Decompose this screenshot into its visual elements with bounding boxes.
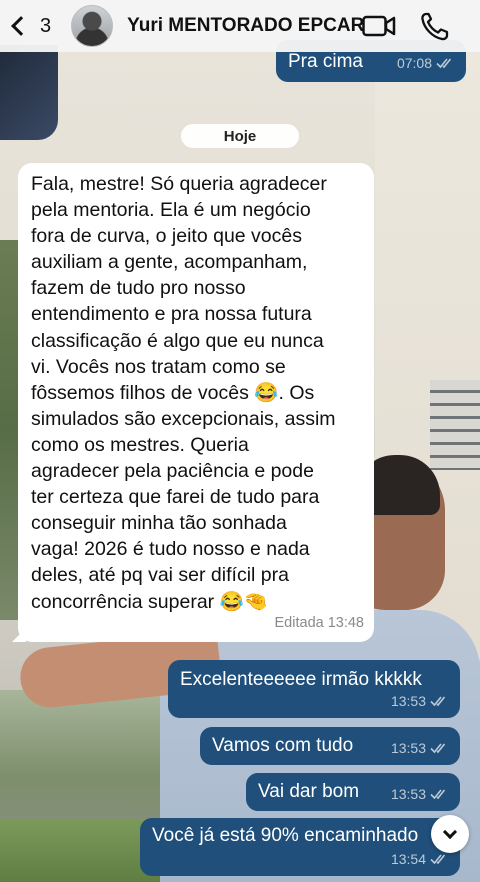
- edited-label: Editada: [274, 615, 324, 631]
- bubble-tail: [12, 628, 26, 642]
- message-text: Fala, mestre! Só queria agradecer pela m…: [31, 173, 336, 613]
- message-meta: 13:53: [391, 688, 450, 714]
- double-check-icon: [430, 696, 446, 707]
- date-separator: Hoje: [181, 124, 299, 148]
- message-bubble-outgoing[interactable]: Excelenteeeeee irmão kkkkk 13:53: [168, 660, 460, 718]
- message-text: Você já está 90% encaminhado: [152, 825, 419, 846]
- message-bubble-outgoing[interactable]: Vamos com tudo 13:53: [200, 727, 460, 765]
- back-button[interactable]: 3: [0, 0, 51, 52]
- message-list[interactable]: Pra cima 07:08 Hoje Fala, mestre! Só que…: [0, 0, 480, 882]
- message-meta: 07:08: [397, 50, 456, 76]
- double-check-icon: [430, 743, 446, 754]
- chevron-down-icon: [442, 824, 458, 839]
- message-text: Excelenteeeeee irmão kkkkk: [180, 669, 422, 690]
- phone-icon: [421, 12, 449, 41]
- voice-call-button[interactable]: [420, 10, 450, 42]
- double-check-icon: [436, 58, 452, 69]
- message-time: 13:54: [390, 851, 426, 867]
- message-meta: 13:53: [391, 781, 450, 807]
- contact-name[interactable]: Yuri MENTORADO EPCAR: [127, 15, 364, 37]
- message-meta: 13:53: [391, 735, 450, 761]
- message-text: Pra cima: [288, 51, 363, 72]
- chevron-left-icon: [11, 16, 31, 36]
- message-bubble-incoming[interactable]: Fala, mestre! Só queria agradecer pela m…: [12, 163, 374, 642]
- unread-count: 3: [40, 14, 52, 37]
- double-check-icon: [430, 854, 446, 865]
- chat-header: 3 Yuri MENTORADO EPCAR: [0, 0, 480, 52]
- message-bubble-outgoing[interactable]: Vai dar bom 13:53: [246, 773, 460, 811]
- video-camera-icon: [362, 15, 396, 37]
- avatar[interactable]: [71, 5, 114, 47]
- message-time: 13:53: [390, 693, 426, 709]
- message-time: 07:08: [396, 55, 432, 71]
- video-call-button[interactable]: [362, 10, 396, 42]
- message-text: Vai dar bom: [258, 781, 360, 802]
- message-time: 13:53: [390, 786, 426, 802]
- message-time: 13:48: [327, 615, 364, 631]
- message-text: Vamos com tudo: [212, 735, 354, 756]
- message-time: 13:53: [390, 740, 426, 756]
- message-meta: Editada 13:48: [275, 610, 364, 636]
- scroll-to-bottom-button[interactable]: [431, 815, 469, 853]
- double-check-icon: [430, 789, 446, 800]
- message-bubble-outgoing[interactable]: Você já está 90% encaminhado 13:54: [140, 818, 460, 876]
